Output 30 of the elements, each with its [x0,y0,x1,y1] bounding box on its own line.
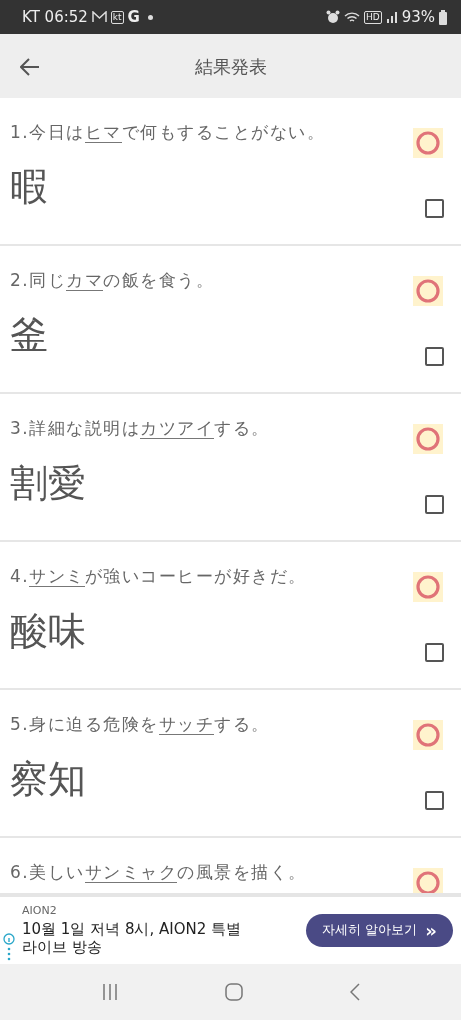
alarm-icon [325,10,340,24]
answer-kanji: 暇 [10,167,49,206]
ad-headline: 10월 1일 저녁 8시, AION2 특별 라이브 방송 [22,919,243,957]
google-logo: G [127,6,140,28]
answer-kanji: 割愛 [10,463,87,502]
checkbox[interactable] [425,347,444,366]
status-time: KT 06:52 [22,6,88,28]
screen-title: 結果発表 [194,54,267,79]
answer-kanji: 察知 [10,759,87,798]
notification-dot-icon [147,14,153,20]
back-arrow-icon [20,57,40,76]
checkbox[interactable] [425,643,444,662]
carrier-badge: kt [110,10,124,24]
signal-icon [385,11,398,23]
ad-info-icon[interactable] [3,933,15,963]
battery-percent: 93% [401,6,435,28]
learn-more-button[interactable]: 자세히 알아보기 » [306,913,453,947]
mail-icon [91,11,107,23]
checkbox[interactable] [425,199,444,218]
answer-kanji: 酸味 [10,611,87,650]
battery-icon [439,9,447,25]
home-icon[interactable] [224,983,243,1001]
answer-kanji: 釜 [10,315,49,354]
checkbox[interactable] [425,791,444,810]
hd-badge: HD [363,10,382,24]
recent-apps-icon[interactable] [101,984,118,1000]
back-icon[interactable] [349,983,360,1001]
ad-advertiser: AION2 [22,903,58,919]
checkbox[interactable] [425,495,444,514]
wifi-icon [343,10,360,24]
